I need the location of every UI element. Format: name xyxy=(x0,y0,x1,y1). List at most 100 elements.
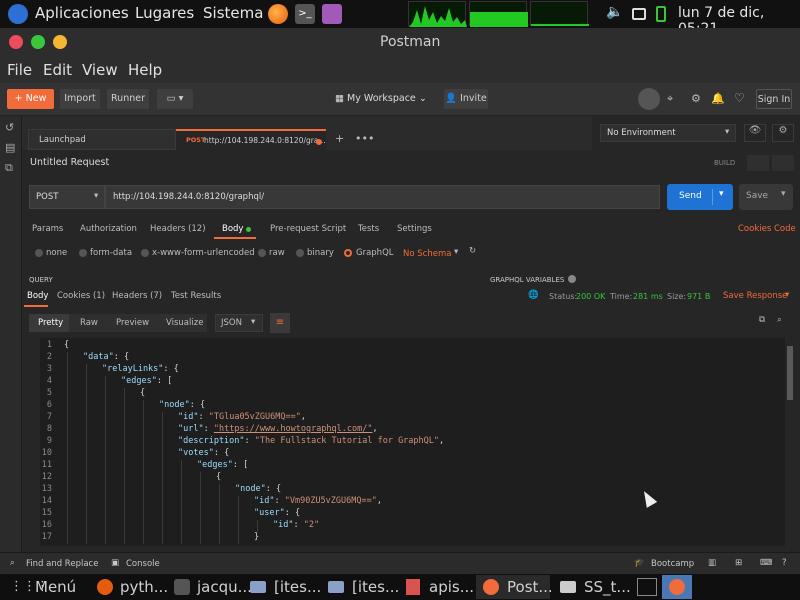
runner-button[interactable]: Runner xyxy=(107,89,149,109)
new-window-button[interactable]: ▭ ▾ xyxy=(157,89,193,109)
save-button[interactable]: Save ▾ xyxy=(739,184,793,210)
layout-icon[interactable]: ▥ xyxy=(708,558,716,568)
response-tab-cookies[interactable]: Cookies (1) xyxy=(57,291,105,301)
response-code-editor[interactable]: 1{2 "data": {3 "relayLinks": {4 "edges": [5… xyxy=(40,338,785,546)
search-icon[interactable]: ⌕ xyxy=(777,315,782,325)
edit-pencil-icon[interactable] xyxy=(747,155,769,171)
tab-request[interactable]: POST http://104.198.244.0:8120/gra... xyxy=(176,129,326,150)
view-preview[interactable]: Preview xyxy=(116,318,149,328)
response-tab-headers[interactable]: Headers (7) xyxy=(112,291,162,301)
send-button[interactable]: Send ▾ xyxy=(667,184,733,210)
console-button[interactable]: Console xyxy=(126,559,160,569)
radio-graphql-selected[interactable] xyxy=(344,249,352,257)
tab-params[interactable]: Params xyxy=(32,224,63,234)
satellite-icon[interactable]: ⌖ xyxy=(667,92,673,106)
view-pretty[interactable]: Pretty xyxy=(29,314,69,332)
tab-tests[interactable]: Tests xyxy=(358,224,379,234)
save-options-icon[interactable]: ▾ xyxy=(781,189,786,199)
two-pane-icon[interactable]: ⊞ xyxy=(735,558,742,568)
minimize-window-button[interactable] xyxy=(53,35,67,49)
heart-icon[interactable]: ♡ xyxy=(734,91,745,105)
applications-menu[interactable]: Aplicaciones xyxy=(35,4,129,22)
task-apis[interactable]: apis... xyxy=(429,577,474,597)
send-options-icon[interactable]: ▾ xyxy=(719,189,724,199)
save-response-button[interactable]: Save Response xyxy=(723,291,787,301)
radio-form-data[interactable] xyxy=(79,249,87,257)
radio-raw[interactable] xyxy=(258,249,266,257)
response-tab-body[interactable]: Body xyxy=(27,291,48,301)
search-icon[interactable]: ⌕ xyxy=(10,558,15,568)
menu-file[interactable]: File xyxy=(7,61,32,79)
refresh-icon[interactable]: ↻ xyxy=(469,246,476,256)
new-button[interactable]: + New xyxy=(7,89,54,109)
tab-settings[interactable]: Settings xyxy=(397,224,432,234)
signin-button[interactable]: Sign In xyxy=(756,89,792,109)
text-editor-launcher-icon[interactable] xyxy=(322,4,342,24)
body-type-graphql[interactable]: GraphQL xyxy=(356,248,394,258)
body-type-raw[interactable]: raw xyxy=(269,248,285,258)
firefox-launcher-icon[interactable] xyxy=(268,4,288,24)
terminal-launcher-icon[interactable]: >_ xyxy=(295,4,315,24)
tab-authorization[interactable]: Authorization xyxy=(80,224,137,234)
response-tab-test-results[interactable]: Test Results xyxy=(171,291,221,301)
places-menu[interactable]: Lugares xyxy=(135,4,194,22)
schema-select[interactable]: No Schema xyxy=(403,249,451,259)
url-input[interactable]: http://104.198.244.0:8120/graphql/ xyxy=(105,185,660,209)
view-visualize[interactable]: Visualize xyxy=(166,318,203,328)
format-select[interactable]: JSON ▾ xyxy=(215,314,263,332)
workspace-switcher-2[interactable] xyxy=(662,575,692,599)
scrollbar-thumb[interactable] xyxy=(787,346,793,400)
close-window-button[interactable] xyxy=(9,35,23,49)
view-raw[interactable]: Raw xyxy=(80,318,98,328)
add-tab-icon[interactable]: + xyxy=(335,132,344,145)
task-postman[interactable]: Post... xyxy=(507,577,553,597)
radio-none[interactable] xyxy=(35,249,43,257)
environment-select[interactable]: No Environment ▾ xyxy=(600,124,736,142)
task-ss[interactable]: SS_t... xyxy=(584,577,631,597)
bootcamp-icon[interactable]: 🎓 xyxy=(634,558,645,568)
collections-icon[interactable]: ▤ xyxy=(5,141,15,154)
task-ites-2[interactable]: [ites... xyxy=(352,577,399,597)
volume-icon[interactable]: 🔈 xyxy=(606,4,623,20)
globe-icon[interactable]: 🌐 xyxy=(528,290,539,300)
tab-headers[interactable]: Headers (12) xyxy=(150,224,206,234)
sync-off-icon[interactable] xyxy=(638,88,660,110)
task-jacqu[interactable]: jacqu... xyxy=(197,577,252,597)
help-icon[interactable]: ? xyxy=(782,558,787,568)
bootcamp-button[interactable]: Bootcamp xyxy=(651,559,694,569)
more-tabs-icon[interactable]: ••• xyxy=(355,132,374,145)
comments-icon[interactable] xyxy=(772,155,794,171)
build-label[interactable]: BUILD xyxy=(714,159,735,167)
menu-view[interactable]: View xyxy=(82,61,118,79)
apis-icon[interactable]: ⧉ xyxy=(5,161,13,175)
task-python[interactable]: pyth... xyxy=(120,577,168,597)
tab-prerequest[interactable]: Pre-request Script xyxy=(270,224,346,234)
method-select[interactable]: POST ▾ xyxy=(29,185,105,209)
radio-urlencoded[interactable] xyxy=(141,249,149,257)
info-icon[interactable] xyxy=(568,275,576,283)
copy-icon[interactable]: ⧉ xyxy=(759,315,765,325)
system-menu[interactable]: Sistema xyxy=(203,4,263,22)
settings-gear-icon[interactable]: ⚙ xyxy=(691,92,701,105)
body-type-urlencoded[interactable]: x-www-form-urlencoded xyxy=(152,248,255,258)
menu-edit[interactable]: Edit xyxy=(43,61,72,79)
distro-logo-icon[interactable] xyxy=(8,4,28,24)
workspace-switcher-1[interactable] xyxy=(637,578,657,596)
console-icon[interactable]: ▣ xyxy=(111,558,119,568)
eye-icon[interactable]: 👁 xyxy=(744,124,766,142)
battery-icon[interactable] xyxy=(656,6,666,22)
menu-help[interactable]: Help xyxy=(128,61,162,79)
request-name[interactable]: Untitled Request xyxy=(30,157,109,168)
body-type-none[interactable]: none xyxy=(46,248,67,258)
display-icon[interactable] xyxy=(632,8,646,20)
body-type-binary[interactable]: binary xyxy=(307,248,334,258)
workspace-selector[interactable]: ▦ My Workspace ⌄ xyxy=(335,93,427,104)
cookies-link[interactable]: Cookies xyxy=(738,224,771,234)
main-menu-button[interactable]: Menú xyxy=(35,577,76,597)
history-icon[interactable]: ↺ xyxy=(5,121,14,134)
maximize-window-button[interactable] xyxy=(31,35,45,49)
window-title-bar[interactable]: Postman xyxy=(0,28,800,57)
bell-icon[interactable]: 🔔 xyxy=(711,92,725,105)
body-type-form-data[interactable]: form-data xyxy=(90,248,132,258)
keyboard-icon[interactable]: ⌨ xyxy=(760,558,772,568)
